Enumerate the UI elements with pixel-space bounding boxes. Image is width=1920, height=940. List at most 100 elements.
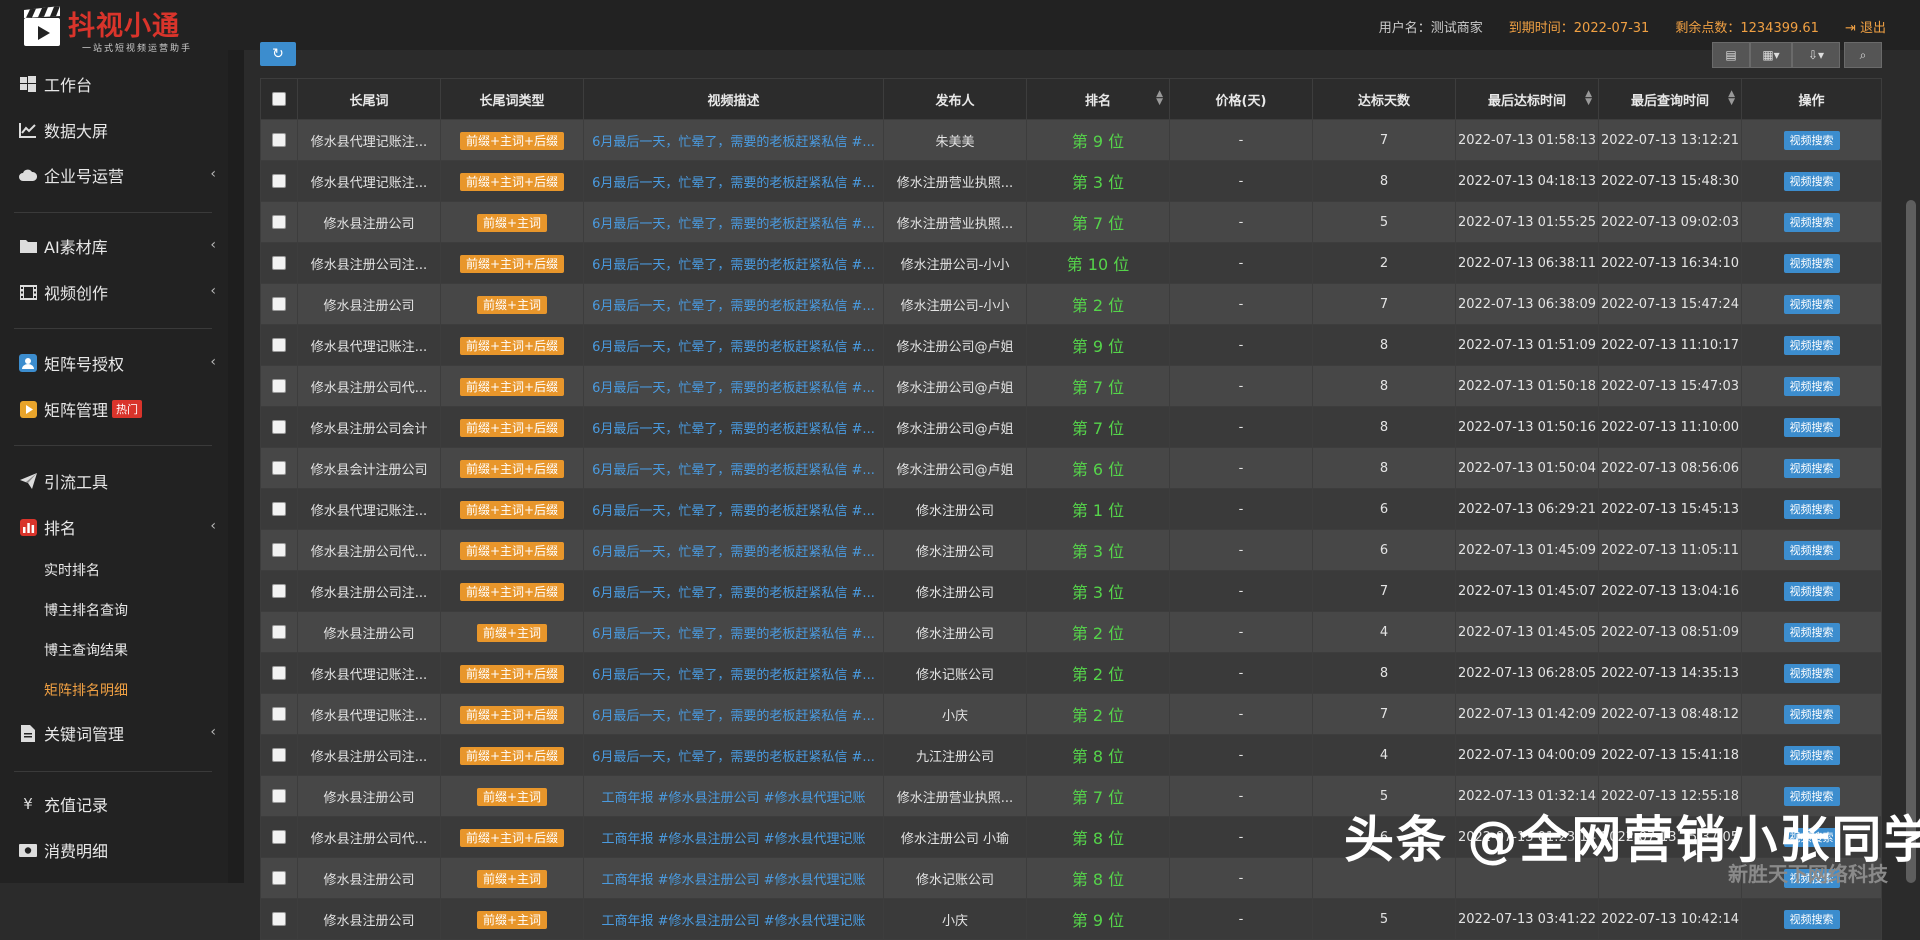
columns-button[interactable]: ▦▾: [1750, 42, 1792, 68]
menu-ai-library[interactable]: AI素材库 ‹: [0, 226, 228, 266]
checkbox[interactable]: [272, 543, 286, 557]
video-desc-link[interactable]: 6月最后一天，忙晕了，需要的老板赶紧私信 #...: [592, 422, 875, 437]
cell-select[interactable]: [260, 447, 298, 489]
menu-workbench[interactable]: 工作台: [0, 64, 228, 104]
search-button[interactable]: ⌕: [1844, 42, 1882, 68]
menu-matrix-auth[interactable]: 矩阵号授权 ‹: [0, 343, 228, 383]
checkbox[interactable]: [272, 584, 286, 598]
menu-matrix-manage[interactable]: 矩阵管理 热门: [0, 389, 228, 429]
video-desc-link[interactable]: 工商年报 #修水县注册公司 #修水县代理记账: [601, 873, 865, 888]
cell-select[interactable]: [260, 857, 298, 899]
submenu-blogger-query[interactable]: 博主排名查询: [44, 600, 128, 620]
video-desc-link[interactable]: 6月最后一天，忙晕了，需要的老板赶紧私信 #...: [592, 545, 875, 560]
cell-select[interactable]: [260, 816, 298, 858]
video-desc-link[interactable]: 6月最后一天，忙晕了，需要的老板赶紧私信 #...: [592, 135, 875, 150]
video-search-button[interactable]: 视频搜索: [1783, 500, 1840, 519]
cell-select[interactable]: [260, 283, 298, 325]
cell-select[interactable]: [260, 365, 298, 407]
header-last-hit[interactable]: 最后达标时间 ▲ ▼: [1455, 78, 1599, 120]
video-desc-link[interactable]: 6月最后一天，忙晕了，需要的老板赶紧私信 #...: [592, 381, 875, 396]
checkbox[interactable]: [272, 707, 286, 721]
checkbox[interactable]: [272, 830, 286, 844]
cell-select[interactable]: [260, 898, 298, 940]
page-scrollbar[interactable]: [1902, 50, 1920, 883]
video-desc-link[interactable]: 6月最后一天，忙晕了，需要的老板赶紧私信 #...: [592, 750, 875, 765]
cell-select[interactable]: [260, 488, 298, 530]
checkbox[interactable]: [272, 338, 286, 352]
cell-select[interactable]: [260, 775, 298, 817]
checkbox[interactable]: [272, 666, 286, 680]
video-search-button[interactable]: 视频搜索: [1783, 910, 1840, 929]
menu-traffic-tools[interactable]: 引流工具: [0, 461, 228, 501]
checkbox[interactable]: [272, 789, 286, 803]
cell-select[interactable]: [260, 693, 298, 735]
video-desc-link[interactable]: 6月最后一天，忙晕了，需要的老板赶紧私信 #...: [592, 463, 875, 478]
cell-select[interactable]: [260, 570, 298, 612]
video-search-button[interactable]: 视频搜索: [1783, 459, 1840, 478]
checkbox[interactable]: [272, 748, 286, 762]
cell-select[interactable]: [260, 201, 298, 243]
export-button[interactable]: ⇩▾: [1792, 42, 1840, 68]
checkbox[interactable]: [272, 461, 286, 475]
refresh-button[interactable]: ↻: [260, 42, 296, 66]
checkbox[interactable]: [272, 297, 286, 311]
cell-select[interactable]: [260, 611, 298, 653]
header-select-all[interactable]: [260, 78, 298, 120]
video-search-button[interactable]: 视频搜索: [1783, 705, 1840, 724]
header-last-query[interactable]: 最后查询时间 ▲ ▼: [1598, 78, 1742, 120]
checkbox[interactable]: [272, 420, 286, 434]
video-desc-link[interactable]: 6月最后一天，忙晕了，需要的老板赶紧私信 #...: [592, 258, 875, 273]
video-search-button[interactable]: 视频搜索: [1783, 377, 1840, 396]
cell-select[interactable]: [260, 734, 298, 776]
logo[interactable]: 抖视小通 一站式短视频运营助手: [18, 4, 228, 54]
video-desc-link[interactable]: 工商年报 #修水县注册公司 #修水县代理记账: [601, 791, 865, 806]
cell-select[interactable]: [260, 652, 298, 694]
checkbox[interactable]: [272, 256, 286, 270]
cell-select[interactable]: [260, 406, 298, 448]
video-search-button[interactable]: 视频搜索: [1783, 172, 1840, 191]
cell-select[interactable]: [260, 160, 298, 202]
menu-video-create[interactable]: 视频创作 ‹: [0, 272, 228, 312]
cell-select[interactable]: [260, 529, 298, 571]
checkbox[interactable]: [272, 92, 286, 106]
menu-keyword-manage[interactable]: 关键词管理 ‹: [0, 713, 228, 753]
video-desc-link[interactable]: 工商年报 #修水县注册公司 #修水县代理记账: [601, 832, 865, 847]
menu-recharge[interactable]: ¥ 充值记录: [0, 784, 228, 824]
video-desc-link[interactable]: 6月最后一天，忙晕了，需要的老板赶紧私信 #...: [592, 176, 875, 191]
checkbox[interactable]: [272, 174, 286, 188]
video-desc-link[interactable]: 6月最后一天，忙晕了，需要的老板赶紧私信 #...: [592, 709, 875, 724]
checkbox[interactable]: [272, 215, 286, 229]
video-desc-link[interactable]: 6月最后一天，忙晕了，需要的老板赶紧私信 #...: [592, 340, 875, 355]
video-desc-link[interactable]: 6月最后一天，忙晕了，需要的老板赶紧私信 #...: [592, 217, 875, 232]
cell-select[interactable]: [260, 119, 298, 161]
video-search-button[interactable]: 视频搜索: [1783, 295, 1840, 314]
video-desc-link[interactable]: 工商年报 #修水县注册公司 #修水县代理记账: [601, 914, 865, 929]
scrollbar-thumb[interactable]: [1906, 200, 1916, 883]
cell-select[interactable]: [260, 242, 298, 284]
video-search-button[interactable]: 视频搜索: [1783, 541, 1840, 560]
submenu-blogger-result[interactable]: 博主查询结果: [44, 640, 128, 660]
checkbox[interactable]: [272, 379, 286, 393]
video-desc-link[interactable]: 6月最后一天，忙晕了，需要的老板赶紧私信 #...: [592, 299, 875, 314]
video-desc-link[interactable]: 6月最后一天，忙晕了，需要的老板赶紧私信 #...: [592, 586, 875, 601]
video-search-button[interactable]: 视频搜索: [1783, 746, 1840, 765]
menu-enterprise[interactable]: 企业号运营 ‹: [0, 155, 228, 195]
cell-select[interactable]: [260, 324, 298, 366]
header-rank[interactable]: 排名 ▲ ▼: [1026, 78, 1170, 120]
menu-consume[interactable]: 消费明细: [0, 830, 228, 870]
menu-dashboard[interactable]: 数据大屏: [0, 110, 228, 150]
video-search-button[interactable]: 视频搜索: [1783, 131, 1840, 150]
menu-ranking[interactable]: 排名 ‹: [0, 507, 228, 547]
checkbox[interactable]: [272, 133, 286, 147]
video-search-button[interactable]: 视频搜索: [1783, 418, 1840, 437]
toggle-view-button[interactable]: ▤: [1712, 42, 1750, 68]
video-desc-link[interactable]: 6月最后一天，忙晕了，需要的老板赶紧私信 #...: [592, 627, 875, 642]
submenu-matrix-detail[interactable]: 矩阵排名明细: [44, 680, 128, 700]
submenu-realtime-ranking[interactable]: 实时排名: [44, 560, 100, 580]
video-search-button[interactable]: 视频搜索: [1783, 213, 1840, 232]
video-search-button[interactable]: 视频搜索: [1783, 664, 1840, 683]
checkbox[interactable]: [272, 625, 286, 639]
video-desc-link[interactable]: 6月最后一天，忙晕了，需要的老板赶紧私信 #...: [592, 668, 875, 683]
logout-link[interactable]: ⇥ 退出: [1845, 17, 1886, 36]
checkbox[interactable]: [272, 502, 286, 516]
